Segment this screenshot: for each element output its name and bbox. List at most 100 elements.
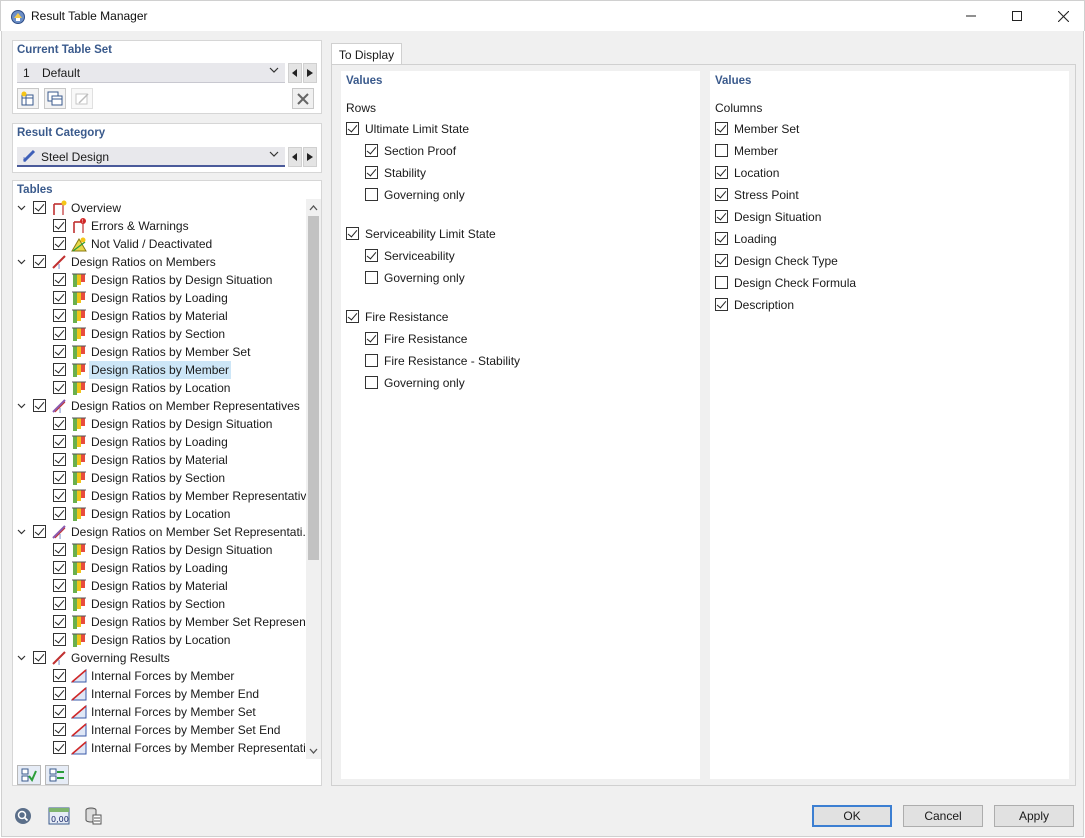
tree-item-row[interactable]: Internal Forces by Member Representati..… xyxy=(13,739,306,757)
expand-chevron-icon[interactable] xyxy=(17,527,26,536)
ok-button[interactable]: OK xyxy=(812,805,892,827)
apply-button[interactable]: Apply xyxy=(994,805,1074,827)
table-checkbox[interactable] xyxy=(33,399,46,412)
tree-group-row[interactable]: I Design Ratios on Member Representatives xyxy=(13,397,306,415)
table-checkbox[interactable] xyxy=(53,633,66,646)
result-category-select[interactable]: I Steel Design xyxy=(17,147,285,167)
table-checkbox[interactable] xyxy=(53,417,66,430)
checkbox[interactable] xyxy=(365,144,378,157)
tree-item-row[interactable]: Design Ratios by Location xyxy=(13,631,306,649)
copy-table-set-button[interactable] xyxy=(44,88,66,109)
expand-chevron-icon[interactable] xyxy=(17,203,26,212)
tree-item-row[interactable]: Design Ratios by Loading xyxy=(13,433,306,451)
checkbox[interactable] xyxy=(365,188,378,201)
expand-chevron-icon[interactable] xyxy=(17,653,26,662)
table-checkbox[interactable] xyxy=(53,723,66,736)
tree-item-row[interactable]: Design Ratios by Material xyxy=(13,307,306,325)
table-checkbox[interactable] xyxy=(53,669,66,682)
rename-table-set-button[interactable] xyxy=(71,88,93,109)
uncheck-all-button[interactable] xyxy=(45,765,69,785)
checkbox[interactable] xyxy=(715,144,728,157)
checkbox[interactable] xyxy=(346,122,359,135)
prev-category-button[interactable] xyxy=(288,147,302,167)
tree-item-row[interactable]: Design Ratios by Section xyxy=(13,469,306,487)
minimize-icon[interactable] xyxy=(948,1,994,31)
table-checkbox[interactable] xyxy=(53,435,66,448)
checkbox[interactable] xyxy=(365,376,378,389)
table-checkbox[interactable] xyxy=(33,525,46,538)
table-checkbox[interactable] xyxy=(33,255,46,268)
checkbox[interactable] xyxy=(715,188,728,201)
expand-chevron-icon[interactable] xyxy=(17,401,26,410)
export-button[interactable] xyxy=(81,805,105,827)
tree-item-row[interactable]: Design Ratios by Design Situation xyxy=(13,271,306,289)
tree-item-row[interactable]: Design Ratios by Member xyxy=(13,361,306,379)
table-checkbox[interactable] xyxy=(53,345,66,358)
next-category-button[interactable] xyxy=(303,147,317,167)
tree-item-row[interactable]: Design Ratios by Member Set Represen... xyxy=(13,613,306,631)
maximize-icon[interactable] xyxy=(994,1,1040,31)
tree-group-row[interactable]: I Governing Results xyxy=(13,649,306,667)
check-all-button[interactable] xyxy=(17,765,41,785)
tree-item-row[interactable]: Not Valid / Deactivated xyxy=(13,235,306,253)
table-checkbox[interactable] xyxy=(53,219,66,232)
checkbox[interactable] xyxy=(715,166,728,179)
table-checkbox[interactable] xyxy=(53,453,66,466)
table-checkbox[interactable] xyxy=(53,597,66,610)
table-checkbox[interactable] xyxy=(53,273,66,286)
tree-item-row[interactable]: Design Ratios by Loading xyxy=(13,289,306,307)
table-checkbox[interactable] xyxy=(33,201,46,214)
help-button[interactable] xyxy=(11,805,35,827)
checkbox[interactable] xyxy=(715,232,728,245)
cancel-button[interactable]: Cancel xyxy=(903,805,983,827)
next-table-set-button[interactable] xyxy=(303,63,317,83)
checkbox[interactable] xyxy=(346,227,359,240)
scroll-down-icon[interactable] xyxy=(306,742,321,759)
tree-item-row[interactable]: Design Ratios by Loading xyxy=(13,559,306,577)
scroll-up-icon[interactable] xyxy=(306,199,321,216)
table-checkbox[interactable] xyxy=(33,651,46,664)
checkbox[interactable] xyxy=(715,122,728,135)
checkbox[interactable] xyxy=(365,166,378,179)
table-checkbox[interactable] xyxy=(53,489,66,502)
table-checkbox[interactable] xyxy=(53,561,66,574)
checkbox[interactable] xyxy=(346,310,359,323)
table-set-select[interactable]: 1 Default xyxy=(17,63,285,83)
table-checkbox[interactable] xyxy=(53,309,66,322)
table-checkbox[interactable] xyxy=(53,705,66,718)
tree-item-row[interactable]: ! Errors & Warnings xyxy=(13,217,306,235)
table-checkbox[interactable] xyxy=(53,327,66,340)
tree-item-row[interactable]: Design Ratios by Design Situation xyxy=(13,415,306,433)
scroll-thumb[interactable] xyxy=(308,216,319,560)
tree-item-row[interactable]: Design Ratios by Section xyxy=(13,595,306,613)
close-icon[interactable] xyxy=(1040,1,1085,31)
table-checkbox[interactable] xyxy=(53,507,66,520)
table-checkbox[interactable] xyxy=(53,381,66,394)
tree-item-row[interactable]: Design Ratios by Member Representative xyxy=(13,487,306,505)
checkbox[interactable] xyxy=(715,210,728,223)
table-checkbox[interactable] xyxy=(53,237,66,250)
table-checkbox[interactable] xyxy=(53,687,66,700)
tree-group-row[interactable]: I Design Ratios on Members xyxy=(13,253,306,271)
table-checkbox[interactable] xyxy=(53,741,66,754)
tree-group-row[interactable]: I Design Ratios on Member Set Representat… xyxy=(13,523,306,541)
checkbox[interactable] xyxy=(365,249,378,262)
tree-group-row[interactable]: Overview xyxy=(13,199,306,217)
tree-item-row[interactable]: Design Ratios by Design Situation xyxy=(13,541,306,559)
checkbox[interactable] xyxy=(365,354,378,367)
tree-item-row[interactable]: Internal Forces by Member End xyxy=(13,685,306,703)
checkbox[interactable] xyxy=(715,276,728,289)
tree-scrollbar[interactable] xyxy=(306,199,321,759)
checkbox[interactable] xyxy=(365,271,378,284)
tree-item-row[interactable]: Internal Forces by Member xyxy=(13,667,306,685)
table-checkbox[interactable] xyxy=(53,363,66,376)
prev-table-set-button[interactable] xyxy=(288,63,302,83)
tree-item-row[interactable]: Design Ratios by Member Set xyxy=(13,343,306,361)
table-checkbox[interactable] xyxy=(53,291,66,304)
tree-item-row[interactable]: Design Ratios by Location xyxy=(13,379,306,397)
tree-item-row[interactable]: Internal Forces by Member Set xyxy=(13,703,306,721)
checkbox[interactable] xyxy=(715,298,728,311)
delete-table-set-button[interactable] xyxy=(292,88,314,109)
checkbox[interactable] xyxy=(365,332,378,345)
tree-item-row[interactable]: Design Ratios by Material xyxy=(13,577,306,595)
